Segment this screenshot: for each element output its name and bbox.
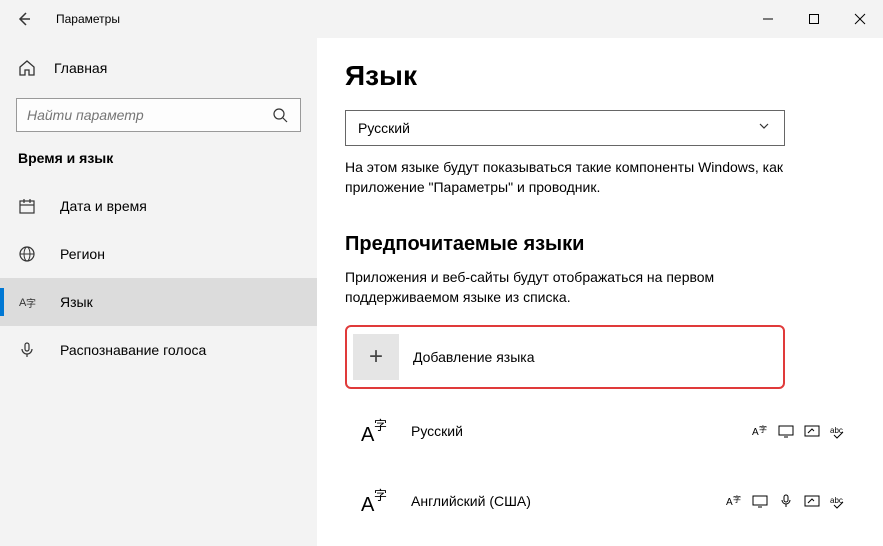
- nav-label: Распознавание голоса: [60, 342, 206, 358]
- minimize-button[interactable]: [745, 0, 791, 38]
- svg-text:字: 字: [374, 418, 387, 433]
- display-icon: [777, 422, 795, 440]
- svg-text:A: A: [726, 497, 733, 508]
- close-icon: [854, 13, 866, 25]
- spellcheck-icon: abc: [829, 492, 847, 510]
- add-language-button[interactable]: + Добавление языка: [345, 325, 785, 389]
- svg-text:字: 字: [374, 488, 387, 503]
- nav-item-date-time[interactable]: Дата и время: [0, 182, 317, 230]
- back-arrow-icon: [16, 11, 32, 27]
- globe-icon: [18, 245, 42, 263]
- language-capabilities: A字 abc: [725, 492, 855, 510]
- preferred-languages-header: Предпочитаемые языки: [345, 233, 855, 256]
- nav-item-speech[interactable]: Распознавание голоса: [0, 326, 317, 374]
- nav-label: Регион: [60, 246, 105, 262]
- sidebar-section-header: Время и язык: [0, 150, 317, 166]
- preferred-languages-description: Приложения и веб-сайты будут отображатьс…: [345, 268, 785, 307]
- plus-icon: +: [353, 334, 399, 380]
- nav-item-region[interactable]: Регион: [0, 230, 317, 278]
- handwriting-icon: [803, 492, 821, 510]
- home-icon: [18, 59, 42, 77]
- search-input-container[interactable]: [16, 98, 301, 132]
- spellcheck-icon: abc: [829, 422, 847, 440]
- svg-text:字: 字: [759, 424, 767, 434]
- text-to-speech-icon: A字: [725, 492, 743, 510]
- home-label: Главная: [54, 60, 107, 76]
- display-icon: [751, 492, 769, 510]
- calendar-icon: [18, 197, 42, 215]
- dropdown-value: Русский: [358, 120, 758, 136]
- close-button[interactable]: [837, 0, 883, 38]
- microphone-icon: [18, 341, 42, 359]
- add-language-label: Добавление языка: [413, 349, 535, 365]
- display-language-dropdown[interactable]: Русский: [345, 110, 785, 146]
- language-item-english-us[interactable]: A字 Английский (США) A字 abc: [345, 473, 855, 529]
- svg-text:A: A: [752, 427, 759, 438]
- maximize-icon: [808, 13, 820, 25]
- speech-icon: [777, 492, 795, 510]
- page-title: Язык: [345, 60, 855, 92]
- search-input[interactable]: [27, 107, 270, 123]
- language-name: Английский (США): [411, 493, 725, 509]
- nav-label: Дата и время: [60, 198, 147, 214]
- sidebar: Главная Время и язык Дата и время Регион…: [0, 38, 317, 546]
- language-glyph-icon: A字: [353, 409, 397, 453]
- language-item-russian[interactable]: A字 Русский A字 abc: [345, 403, 855, 459]
- display-language-description: На этом языке будут показываться такие к…: [345, 158, 785, 197]
- maximize-button[interactable]: [791, 0, 837, 38]
- nav-item-language[interactable]: A字 Язык: [0, 278, 317, 326]
- minimize-icon: [762, 13, 774, 25]
- language-capabilities: A字 abc: [751, 422, 855, 440]
- chevron-down-icon: [758, 119, 772, 137]
- svg-text:A: A: [361, 494, 375, 516]
- handwriting-icon: [803, 422, 821, 440]
- language-icon: A字: [18, 293, 42, 311]
- search-icon: [270, 107, 290, 123]
- language-name: Русский: [411, 423, 751, 439]
- language-glyph-icon: A字: [353, 479, 397, 523]
- nav-label: Язык: [60, 294, 93, 310]
- window-title: Параметры: [56, 12, 120, 26]
- content-area: Язык Русский На этом языке будут показыв…: [317, 38, 883, 546]
- home-nav[interactable]: Главная: [0, 48, 317, 88]
- back-button[interactable]: [0, 0, 48, 38]
- svg-text:A: A: [361, 424, 375, 446]
- svg-text:字: 字: [26, 297, 36, 310]
- text-to-speech-icon: A字: [751, 422, 769, 440]
- svg-text:字: 字: [733, 494, 741, 504]
